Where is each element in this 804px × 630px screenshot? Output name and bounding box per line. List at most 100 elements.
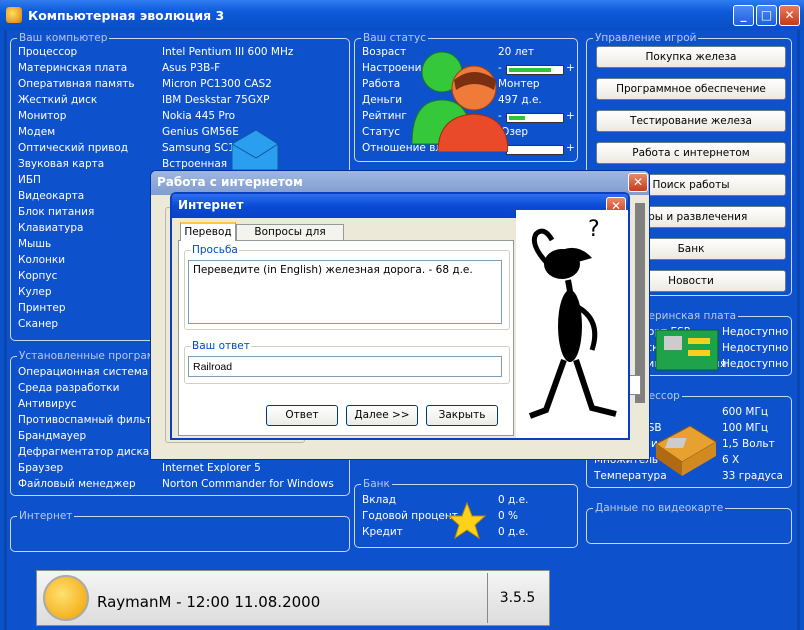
internet-group-label: Интернет (17, 510, 75, 522)
bank-row-label: Кредит (362, 526, 403, 538)
status-row-label: Работа (362, 78, 401, 90)
clock-icon (43, 575, 89, 621)
status-bar (506, 145, 564, 155)
computer-row-label: Видеокарта (18, 190, 85, 202)
status-bar-fill (509, 116, 525, 120)
bank-row-value: 0 д.е. (498, 526, 529, 538)
menu-button-2[interactable]: Тестирование железа (596, 110, 786, 132)
software-row-label: Файловый менеджер (18, 478, 136, 490)
motherboard-icon (655, 329, 719, 371)
bank-row-label: Годовой процент (362, 510, 458, 522)
menu-button-3[interactable]: Работа с интернетом (596, 142, 786, 164)
computer-row-value: Genius GM56E (162, 126, 239, 138)
menu-group-label: Управление игрой (593, 32, 699, 44)
bank-group-label: Банк (361, 478, 392, 490)
app-icon (6, 7, 22, 23)
bank-row-value: 0 д.е. (498, 494, 529, 506)
bank-row-value: 0 % (498, 510, 518, 522)
computer-row-label: Процессор (18, 46, 78, 58)
software-row-label: Среда разработки (18, 382, 120, 394)
computer-row-label: Корпус (18, 270, 58, 282)
bar-plus[interactable]: + (566, 62, 575, 74)
computer-row-value: Встроенная (162, 158, 228, 170)
cpu-row-value: 33 градуса (722, 470, 783, 482)
computer-row-label: Оптический привод (18, 142, 129, 154)
computer-row-label: Модем (18, 126, 56, 138)
status-group-label: Ваш статус (361, 32, 429, 44)
computer-row-label: Мышь (18, 238, 52, 250)
star-icon (448, 502, 486, 540)
request-label: Просьба (191, 244, 239, 256)
maximize-button[interactable]: □ (756, 5, 777, 26)
computer-row-value: Nokia 445 Pro (162, 110, 236, 122)
menu-button-0[interactable]: Покупка железа (596, 46, 786, 68)
close-button[interactable]: ✕ (779, 5, 800, 26)
mobo-row-value: Недоступно (722, 342, 789, 354)
status-row-label: Статус (362, 126, 400, 138)
cpu-row-value: 100 МГц (722, 422, 768, 434)
minimize-button[interactable]: _ (733, 5, 754, 26)
internet-work-dialog-title: Работа с интернетом (157, 175, 303, 189)
computer-row-label: Кулер (18, 286, 52, 298)
computer-row-label: Колонки (18, 254, 66, 266)
mobo-row-value: Недоступно (722, 326, 789, 338)
app-title: Компьютерная эволюция 3 (28, 8, 225, 23)
cpu-row-value: 6 X (722, 454, 740, 466)
cpu-icon (655, 425, 717, 476)
thinking-man-icon: ? (516, 210, 628, 438)
software-row-label: Антивирус (18, 398, 77, 410)
software-row-value: Internet Explorer 5 (162, 462, 261, 474)
computer-row-label: Монитор (18, 110, 67, 122)
status-bar (506, 65, 564, 75)
computer-row-value: Intel Pentium III 600 MHz (162, 46, 294, 58)
computer-row-label: Принтер (18, 302, 66, 314)
computer-row-label: Блок питания (18, 206, 95, 218)
answer-input[interactable] (188, 356, 502, 377)
internet-work-dialog-close[interactable]: ✕ (628, 173, 648, 192)
menu-button-1[interactable]: Программное обеспечение (596, 78, 786, 100)
footer-panel: RaymanM - 12:00 11.08.2000 3.5.5 (36, 570, 550, 626)
footer-user-time: RaymanM - 12:00 11.08.2000 (97, 593, 321, 611)
computer-row-label: Сканер (18, 318, 59, 330)
software-row-label: Дефрагментатор диска (18, 446, 150, 458)
cpu-row-value: 600 МГц (722, 406, 768, 418)
status-row-label: Возраст (362, 46, 407, 58)
software-row-label: Брандмауер (18, 430, 87, 442)
outer-dialog-scrollbar[interactable] (635, 203, 645, 403)
tab-pro-questions[interactable]: Вопросы для профи (236, 224, 344, 253)
answer-label: Ваш ответ (191, 340, 251, 352)
close-dialog-button[interactable]: Закрыть (426, 405, 498, 426)
internet-group: Интернет (10, 510, 350, 552)
computer-row-label: Оперативная память (18, 78, 135, 90)
software-row-label: Противоспамный фильтр (18, 414, 159, 426)
video-group: Данные по видеокарте (586, 502, 792, 544)
version-label: 3.5.5 (487, 573, 547, 623)
internet-dialog-title: Интернет (178, 198, 244, 212)
computer-row-label: Клавиатура (18, 222, 84, 234)
status-bar-fill (509, 68, 551, 72)
video-group-label: Данные по видеокарте (593, 502, 726, 514)
tab-translation[interactable]: Перевод (180, 222, 236, 241)
computer-group-label: Ваш компьютер (17, 32, 110, 44)
status-people-icon (411, 51, 508, 152)
status-row-label: Рейтинг (362, 110, 407, 122)
bar-plus[interactable]: + (566, 110, 575, 122)
bank-row-label: Вклад (362, 494, 396, 506)
computer-row-value: IBM Deskstar 75GXP (162, 94, 270, 106)
computer-row-label: ИБП (18, 174, 41, 186)
next-button[interactable]: Далее >> (346, 405, 418, 426)
mobo-row-value: Недоступно (722, 358, 789, 370)
answer-button[interactable]: Ответ (266, 405, 338, 426)
svg-text:?: ? (588, 217, 600, 242)
computer-row-label: Жесткий диск (18, 94, 98, 106)
bar-plus[interactable]: + (566, 142, 575, 154)
status-row-label: Деньги (362, 94, 403, 106)
software-row-value: Norton Commander for Windows (162, 478, 334, 490)
status-bar (506, 113, 564, 123)
computer-row-value: Micron PC1300 CAS2 (162, 78, 272, 90)
cpu-row-value: 1,5 Вольт (722, 438, 775, 450)
internet-dialog: Интернет ✕ Перевод Вопросы для профи Про… (170, 192, 630, 440)
app-titlebar: Компьютерная эволюция 3 _ □ ✕ (0, 0, 804, 30)
request-text: Переведите (in English) железная дорога.… (188, 260, 502, 324)
software-row-label: Браузер (18, 462, 64, 474)
